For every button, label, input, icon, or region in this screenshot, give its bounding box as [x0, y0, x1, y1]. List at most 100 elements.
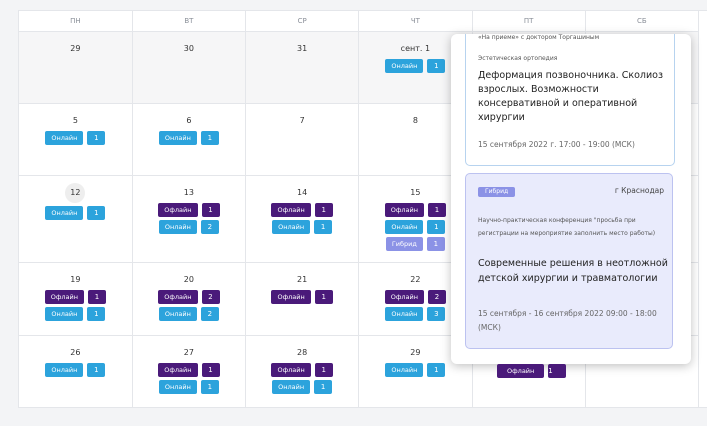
online-label: Онлайн: [385, 220, 424, 234]
event-count: 1: [428, 203, 447, 217]
day-number: 29: [70, 44, 81, 53]
online-label: Онлайн: [158, 380, 197, 394]
day-number: 26: [70, 348, 81, 357]
event-chip-online[interactable]: Онлайн 1: [133, 131, 245, 145]
event-count: 1: [426, 237, 445, 251]
event-category: Эстетическая ортопедия: [478, 55, 558, 62]
day-cell-mon[interactable]: 26 Онлайн 1: [19, 335, 133, 408]
online-label: Онлайн: [385, 363, 424, 377]
day-cell-tue[interactable]: 20 Офлайн 2 Онлайн 2: [132, 262, 247, 336]
day-cell-mon[interactable]: 12 Онлайн 1: [19, 175, 133, 263]
event-chip-online[interactable]: Онлайн 1: [19, 363, 132, 377]
day-number: 12: [19, 176, 132, 203]
event-count: 1: [314, 220, 333, 234]
event-card-2[interactable]: Гибрид г Краснодар Научно-практическая к…: [465, 173, 673, 349]
event-count: 2: [200, 220, 219, 234]
event-card-1[interactable]: «На приеме» с доктором Торгашиным Эстети…: [465, 34, 675, 166]
day-cell-wed[interactable]: 7: [245, 103, 360, 176]
day-cell-tue[interactable]: 6 Онлайн 1: [132, 103, 247, 176]
offline-label: Офлайн: [271, 203, 311, 217]
event-chip-online[interactable]: Онлайн 2: [133, 220, 245, 234]
online-label: Онлайн: [45, 206, 84, 220]
day-cell-tue[interactable]: 13 Офлайн 1 Онлайн 2: [132, 175, 247, 263]
day-cell-mon[interactable]: 19 Офлайн 1 Онлайн 1: [19, 262, 133, 336]
offline-label: Офлайн: [271, 363, 311, 377]
offline-label: Офлайн: [384, 290, 425, 304]
day-cell-tue[interactable]: 30: [132, 31, 247, 104]
event-chip-offline[interactable]: Офлайн 1: [246, 203, 358, 217]
day-cell-mon[interactable]: 5 Онлайн 1: [19, 103, 133, 176]
event-count: 1: [427, 220, 446, 234]
event-count: 1: [314, 203, 333, 217]
event-chip-offline[interactable]: Офлайн 2: [133, 290, 245, 304]
event-chip-online[interactable]: Онлайн 1: [19, 131, 132, 145]
event-chip-online[interactable]: Онлайн 2: [133, 307, 245, 321]
event-chip-online[interactable]: Онлайн 1: [246, 220, 358, 234]
event-chip-behind[interactable]: Офлайн 1: [497, 364, 567, 378]
event-chip-offline[interactable]: Офлайн 1: [246, 290, 358, 304]
offline-label: Офлайн: [158, 290, 198, 304]
event-title[interactable]: Современные решения в неотложной детской…: [478, 256, 668, 286]
event-count: 1: [201, 203, 220, 217]
offline-label: Офлайн: [158, 363, 198, 377]
event-date: 15 сентября - 16 сентября 2022 09:00 - 1…: [478, 309, 657, 332]
event-organizer: «На приеме» с доктором Торгашиным: [478, 34, 600, 41]
weekday-tue: ВТ: [132, 11, 247, 32]
online-label: Онлайн: [45, 131, 84, 145]
day-number: 31: [297, 44, 308, 53]
online-label: Онлайн: [385, 307, 424, 321]
online-label: Онлайн: [272, 220, 311, 234]
event-count: 1: [314, 290, 333, 304]
event-chip-offline[interactable]: Офлайн 1: [133, 363, 245, 377]
event-count: 1: [314, 363, 333, 377]
weekday-header-row: ПН ВТ СР ЧТ ПТ СБ: [19, 11, 700, 32]
event-description: Научно-практическая конференция "просьба…: [478, 217, 656, 237]
event-chip-online[interactable]: Онлайн 1: [246, 380, 358, 394]
day-cell-wed[interactable]: 14 Офлайн 1 Онлайн 1: [245, 175, 360, 263]
event-title[interactable]: Деформация позвоночника. Сколиоз взрослы…: [478, 69, 668, 125]
online-label: Онлайн: [158, 307, 197, 321]
event-count: 2: [428, 290, 447, 304]
event-count: 1: [87, 131, 106, 145]
event-city: г Краснодар: [614, 186, 664, 195]
event-count: 1: [87, 363, 106, 377]
day-cell-wed[interactable]: 31: [245, 31, 360, 104]
offline-label: Офлайн: [384, 203, 425, 217]
event-chip-online[interactable]: Онлайн 1: [359, 363, 471, 377]
event-date: 15 сентября 2022 г. 17:00 - 19:00 (МСК): [478, 140, 635, 149]
day-number: 14: [297, 188, 308, 197]
event-chip-offline[interactable]: Офлайн 1: [133, 203, 245, 217]
event-chip-offline[interactable]: Офлайн 1: [246, 363, 358, 377]
online-label: Онлайн: [272, 380, 311, 394]
hybrid-label: Гибрид: [385, 237, 423, 251]
event-chip-offline[interactable]: Офлайн 1: [19, 290, 132, 304]
day-cell-mon[interactable]: 29: [19, 31, 133, 104]
event-count: 2: [201, 290, 220, 304]
day-cell-wed[interactable]: 28 Офлайн 1 Онлайн 1: [245, 335, 360, 408]
day-cell-tue[interactable]: 27 Офлайн 1 Онлайн 1: [132, 335, 247, 408]
event-chip-online[interactable]: Онлайн 1: [133, 380, 245, 394]
day-number: 21: [297, 275, 308, 284]
event-count: 1: [200, 380, 219, 394]
weekday-sat: СБ: [585, 11, 700, 32]
day-number: 5: [72, 116, 78, 125]
event-count: 1: [548, 364, 567, 378]
weekday-mon: ПН: [19, 11, 133, 32]
event-count: 1: [314, 380, 333, 394]
event-chip-online[interactable]: Онлайн 1: [19, 206, 132, 220]
offline-label: Офлайн: [497, 364, 545, 378]
online-label: Онлайн: [158, 131, 197, 145]
event-count: 2: [200, 307, 219, 321]
day-cell-wed[interactable]: 21 Офлайн 1: [245, 262, 360, 336]
event-chip-online[interactable]: Онлайн 1: [19, 307, 132, 321]
event-count: 1: [427, 59, 446, 73]
today-marker: 12: [65, 183, 86, 203]
events-popup: «На приеме» с доктором Торгашиным Эстети…: [451, 34, 691, 364]
day-number: 28: [297, 348, 308, 357]
day-number: 13: [183, 188, 194, 197]
day-number: 20: [183, 275, 194, 284]
online-label: Онлайн: [45, 363, 84, 377]
day-number: 6: [186, 116, 192, 125]
event-count: 1: [201, 363, 220, 377]
event-count: 1: [87, 206, 106, 220]
